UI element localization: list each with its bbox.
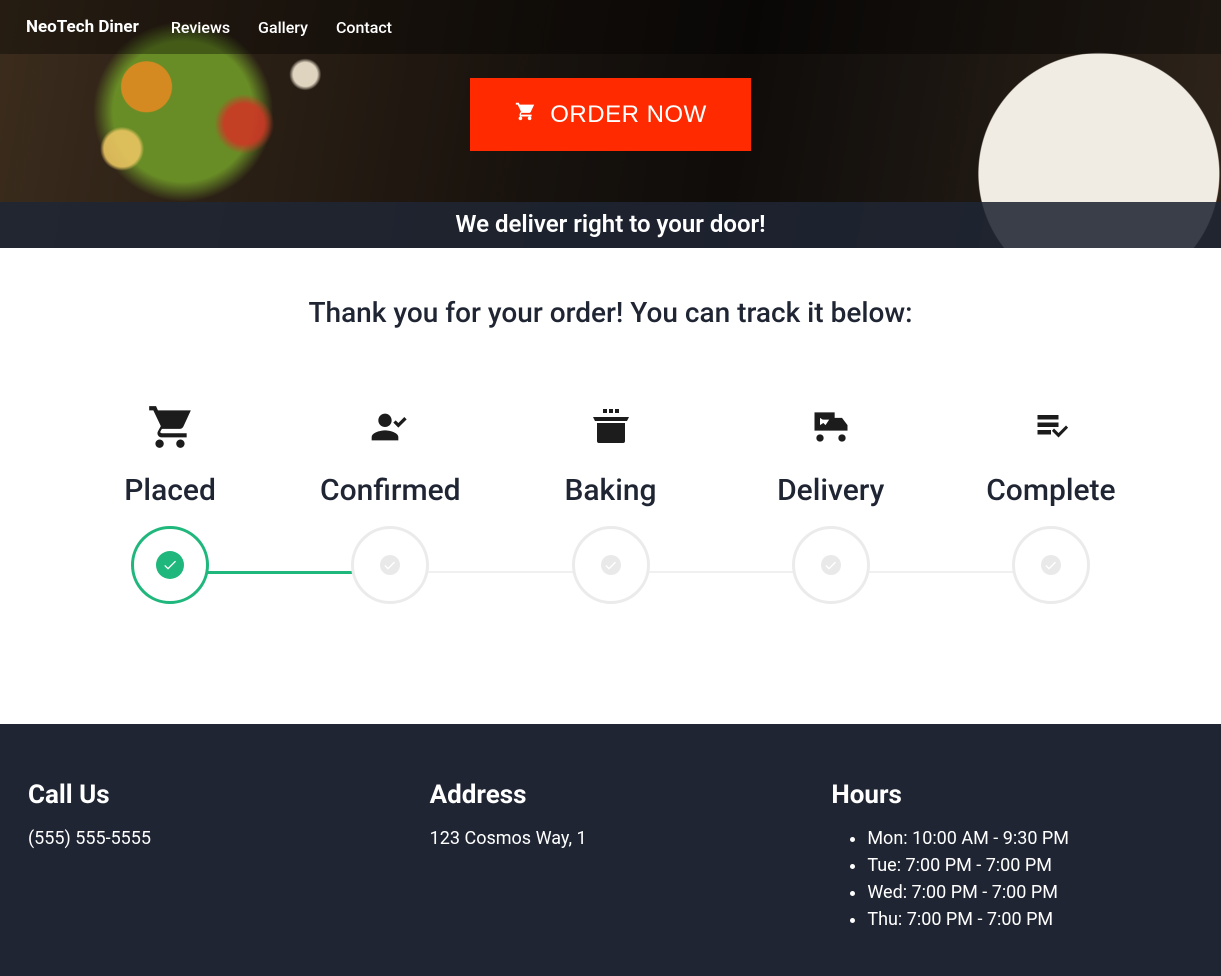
order-now-label: ORDER NOW (550, 101, 707, 129)
footer-call-title: Call Us (28, 780, 390, 810)
check-icon (378, 553, 402, 577)
step-label: Confirmed (320, 473, 461, 508)
footer-phone[interactable]: (555) 555-5555 (28, 828, 390, 849)
check-icon (1039, 553, 1063, 577)
hours-item: Tue: 7:00 PM - 7:00 PM (867, 855, 1193, 876)
delivery-banner: We deliver right to your door! (0, 202, 1221, 248)
footer-call: Call Us (555) 555-5555 (28, 780, 390, 936)
nav-link-contact[interactable]: Contact (336, 18, 392, 37)
footer-hours-list: Mon: 10:00 AM - 9:30 PM Tue: 7:00 PM - 7… (831, 828, 1193, 930)
hero-section: NeoTech Diner Reviews Gallery Contact OR… (0, 0, 1221, 248)
check-icon (819, 553, 843, 577)
footer-address: Address 123 Cosmos Way, 1 (430, 780, 792, 936)
footer-address-title: Address (430, 780, 792, 810)
hours-item: Mon: 10:00 AM - 9:30 PM (867, 828, 1193, 849)
step-label: Delivery (777, 473, 884, 508)
step-label: Complete (986, 473, 1115, 508)
step-bubble (572, 526, 650, 604)
navbar: NeoTech Diner Reviews Gallery Contact (0, 0, 1221, 54)
brand-title[interactable]: NeoTech Diner (26, 17, 139, 37)
delivery-truck-icon (803, 399, 859, 455)
cart-icon (514, 100, 536, 129)
shopping-cart-icon (143, 399, 197, 455)
cooking-pot-icon (586, 399, 636, 455)
footer-address-text: 123 Cosmos Way, 1 (430, 828, 792, 849)
checklist-icon (1023, 399, 1079, 455)
nav-link-reviews[interactable]: Reviews (171, 18, 230, 37)
footer-hours-title: Hours (831, 780, 1193, 810)
nav-link-gallery[interactable]: Gallery (258, 18, 308, 37)
step-label: Placed (124, 473, 216, 508)
check-icon (156, 551, 184, 579)
delivery-banner-text: We deliver right to your door! (455, 210, 765, 238)
footer: Call Us (555) 555-5555 Address 123 Cosmo… (0, 724, 1221, 976)
person-check-icon (364, 399, 416, 455)
step-label: Baking (564, 473, 656, 508)
hours-item: Wed: 7:00 PM - 7:00 PM (867, 882, 1193, 903)
check-icon (599, 553, 623, 577)
thank-you-message: Thank you for your order! You can track … (60, 296, 1161, 329)
order-tracking-section: Thank you for your order! You can track … (0, 248, 1221, 724)
footer-hours: Hours Mon: 10:00 AM - 9:30 PM Tue: 7:00 … (831, 780, 1193, 936)
order-now-button[interactable]: ORDER NOW (470, 78, 751, 151)
progress-tracker: Placed Confirmed Baking (60, 399, 1161, 604)
step-bubble (1012, 526, 1090, 604)
step-bubble (792, 526, 870, 604)
step-bubble-active (131, 526, 209, 604)
hours-item: Thu: 7:00 PM - 7:00 PM (867, 909, 1193, 930)
step-bubble (351, 526, 429, 604)
order-button-container: ORDER NOW (0, 54, 1221, 151)
